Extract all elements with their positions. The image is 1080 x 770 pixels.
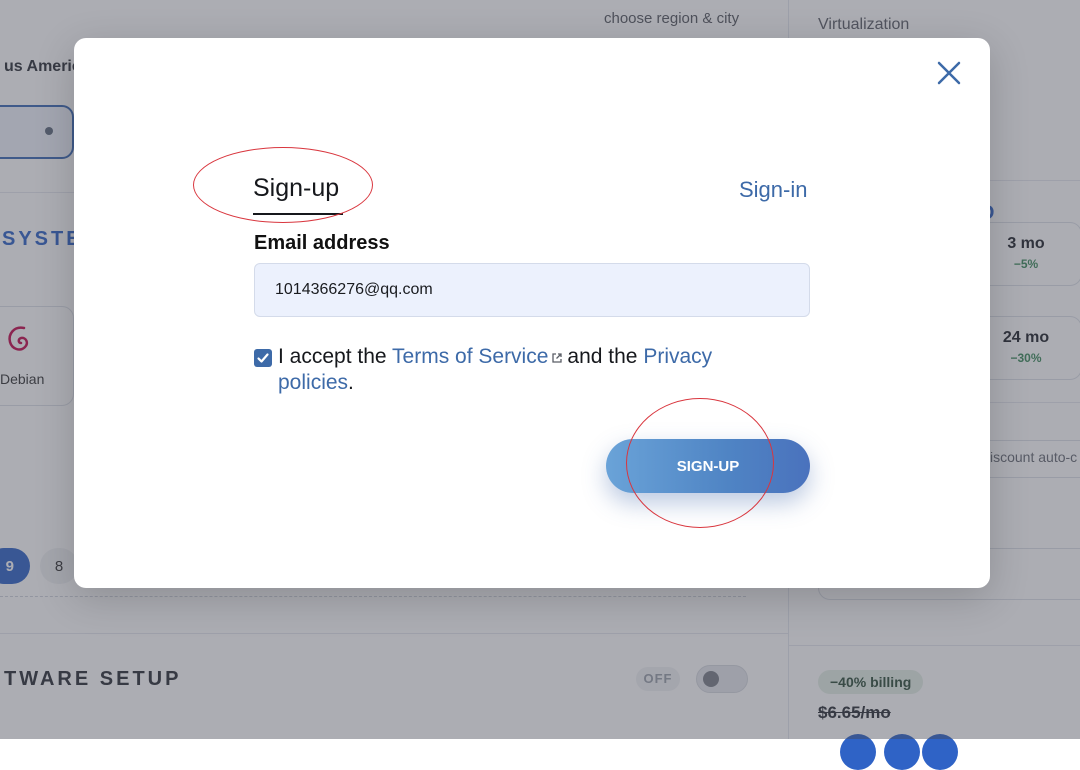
- terms-suffix: .: [348, 370, 354, 394]
- signup-button[interactable]: SIGN-UP: [606, 439, 810, 493]
- terms-prefix: I accept the: [278, 345, 393, 368]
- signup-dialog: Sign-up Sign-in Email address I accept t…: [74, 38, 990, 588]
- tab-signup[interactable]: Sign-up: [253, 174, 339, 203]
- privacy-link-continued[interactable]: policies: [278, 371, 348, 394]
- action-button[interactable]: [840, 734, 876, 770]
- email-label: Email address: [254, 232, 390, 254]
- terms-middle: and the: [567, 345, 644, 368]
- active-tab-indicator: [253, 213, 343, 215]
- external-link-icon: [551, 345, 563, 370]
- close-button[interactable]: [934, 58, 964, 88]
- terms-text: I accept the Terms of Service and the Pri…: [278, 344, 798, 395]
- action-button[interactable]: [884, 734, 920, 770]
- terms-checkbox[interactable]: [254, 349, 272, 367]
- tab-signin[interactable]: Sign-in: [739, 177, 807, 203]
- email-input[interactable]: [254, 263, 810, 317]
- action-button[interactable]: [922, 734, 958, 770]
- terms-of-service-link[interactable]: Terms of Service: [392, 345, 548, 368]
- checkmark-icon: [257, 353, 269, 363]
- close-icon: [937, 61, 961, 85]
- privacy-link[interactable]: Privacy: [643, 345, 712, 368]
